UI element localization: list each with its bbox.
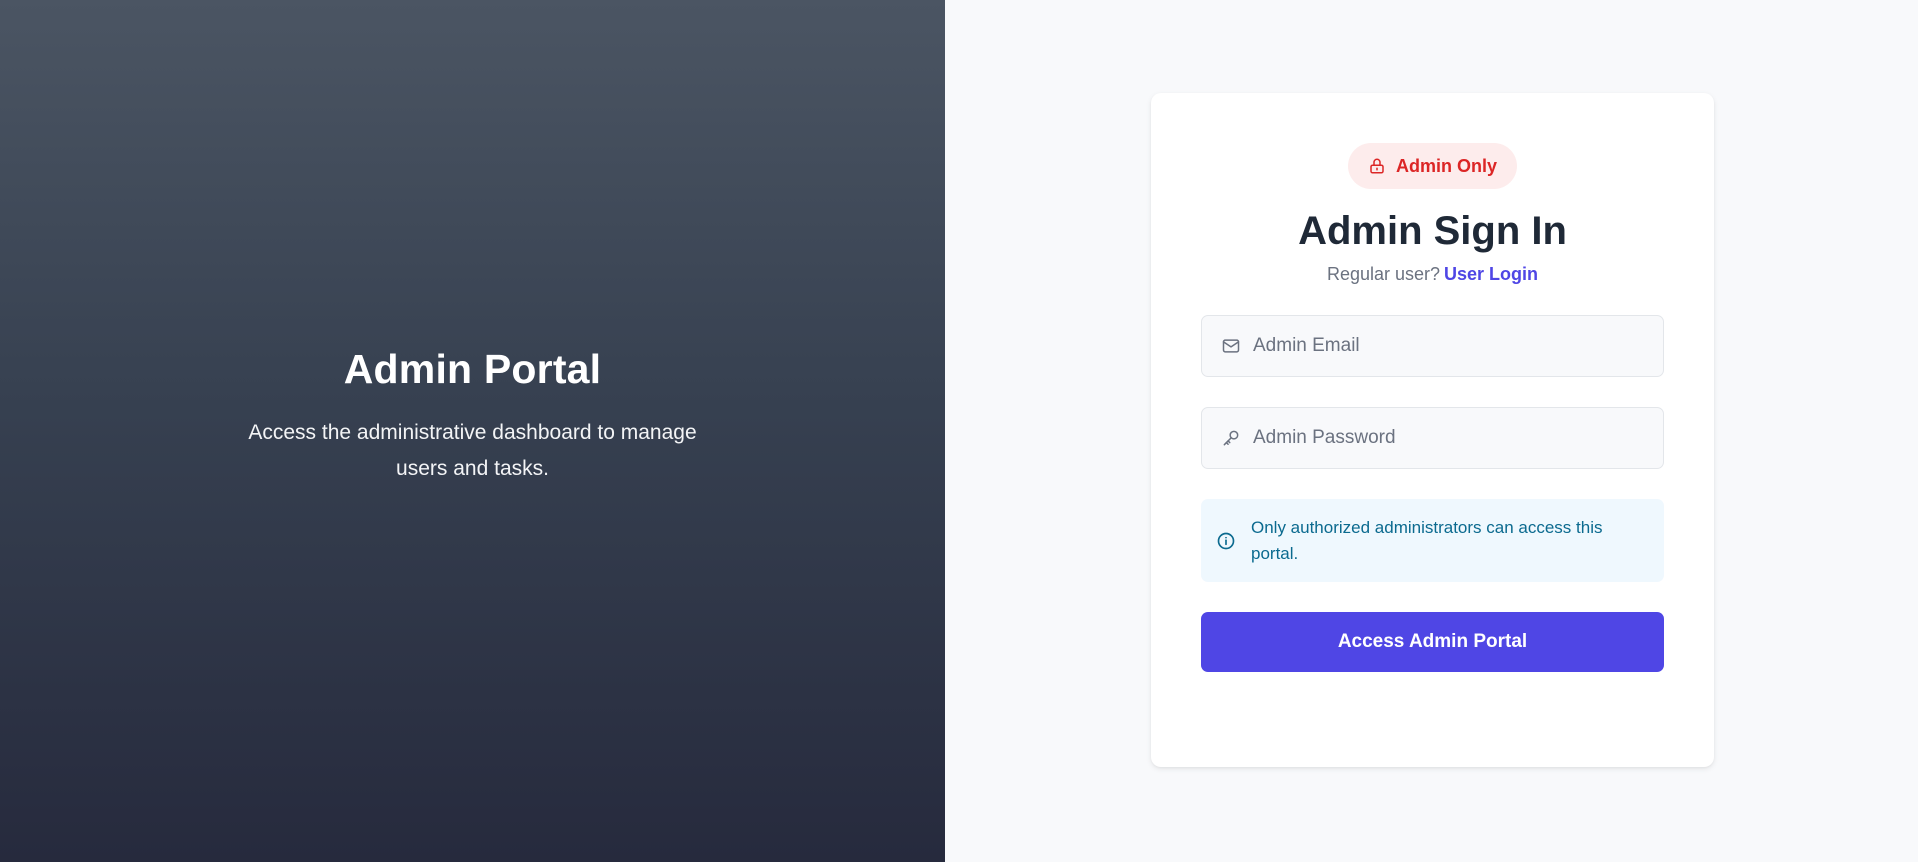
password-input[interactable] (1253, 427, 1644, 449)
lock-icon (1370, 158, 1384, 174)
login-subtitle: Regular user? User Login (1327, 264, 1538, 285)
access-admin-portal-button[interactable]: Access Admin Portal (1201, 612, 1664, 672)
email-input[interactable] (1253, 335, 1644, 357)
password-field[interactable] (1201, 407, 1664, 469)
admin-notice: Only authorized administrators can acces… (1201, 499, 1664, 582)
email-field[interactable] (1201, 315, 1664, 377)
admin-only-badge: Admin Only (1347, 143, 1517, 189)
subtitle-prefix: Regular user? (1326, 264, 1441, 284)
hero-description: Access the administrative dashboard to m… (248, 420, 697, 480)
page-title: Admin Sign In (1298, 209, 1567, 253)
login-panel: Admin Only Admin Sign In Regular user? Us… (945, 0, 1918, 862)
key-icon (1223, 430, 1239, 446)
hero-title: Admin Portal (343, 345, 602, 392)
mail-icon (1222, 339, 1240, 353)
login-card: Admin Only Admin Sign In Regular user? Us… (1151, 93, 1714, 767)
user-login-link[interactable]: User Login (1444, 264, 1538, 284)
badge-label: Admin Only (1395, 155, 1497, 176)
hero-panel: Admin Portal Access the administrative d… (0, 0, 945, 862)
info-icon (1217, 532, 1235, 549)
notice-text: Only authorized administrators can acces… (1251, 517, 1603, 563)
